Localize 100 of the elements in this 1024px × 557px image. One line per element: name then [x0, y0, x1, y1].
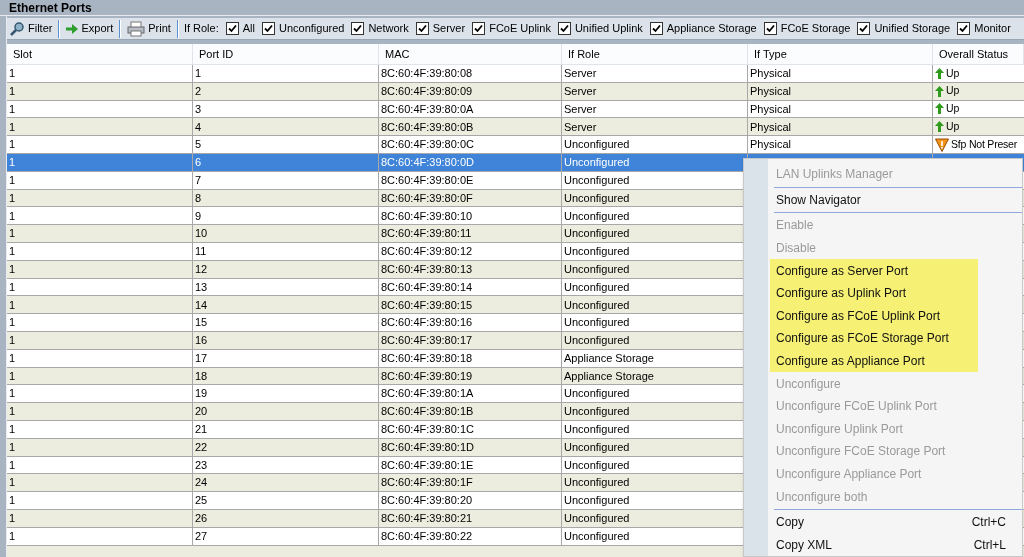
table-cell-text: 1: [9, 226, 16, 242]
table-cell-text: 4: [195, 119, 202, 135]
column-header[interactable]: MAC: [385, 45, 410, 63]
table-cell-text: 21: [195, 422, 208, 438]
checkmark-icon: [765, 24, 775, 33]
table-cell-text: 1: [9, 439, 16, 455]
magnifier-icon: [9, 21, 25, 36]
table-cell-text: Unconfigured: [564, 155, 630, 171]
table-cell-text: Unconfigured: [564, 279, 630, 295]
checkmark-icon: [651, 24, 661, 33]
menu-item[interactable]: Configure as Uplink Port: [770, 281, 978, 305]
role-checkbox[interactable]: Monitor: [957, 20, 1011, 37]
table-cell-text: 1: [9, 528, 16, 544]
table-cell-text: 14: [195, 297, 208, 313]
table-cell-text: 5: [195, 137, 202, 153]
table-cell-text: Unconfigured: [564, 457, 630, 473]
table-cell-text: 7: [195, 172, 202, 188]
table-cell-text: 8C:60:4F:39:80:1E: [381, 457, 474, 473]
table-cell-text: Unconfigured: [564, 208, 630, 224]
table-cell-text: Unconfigured: [564, 244, 630, 260]
table-cell-text: 8C:60:4F:39:80:0B: [381, 119, 474, 135]
table-cell-text: 9: [195, 208, 202, 224]
table-cell-text: 18: [195, 368, 208, 384]
table-cell-text: 8C:60:4F:39:80:20: [381, 493, 473, 509]
arrow-up-icon: [935, 67, 944, 79]
role-checkbox[interactable]: Unified Storage: [857, 20, 951, 37]
table-cell-text: 8C:60:4F:39:80:1F: [381, 475, 473, 491]
menu-item[interactable]: Configure as Server Port: [770, 259, 978, 282]
table-cell-text: 8C:60:4F:39:80:09: [381, 83, 473, 99]
role-checkbox[interactable]: Appliance Storage: [649, 20, 757, 37]
status-text: Up: [946, 83, 960, 99]
role-checkbox[interactable]: Unconfigured: [261, 20, 345, 37]
table-cell-text: 8C:60:4F:39:80:0A: [381, 101, 474, 117]
status-text: Up: [946, 118, 960, 134]
table-cell-text: 1: [9, 386, 16, 402]
print-button[interactable]: Print: [126, 18, 172, 39]
table-cell-text: 20: [195, 404, 208, 420]
table-cell-text: Unconfigured: [564, 386, 630, 402]
table-cell-text: Unconfigured: [564, 422, 630, 438]
role-checkbox[interactable]: All: [225, 20, 255, 37]
table-row[interactable]: 1 1 8C:60:4F:39:80:08 Server Physical Up: [7, 65, 1024, 83]
table-cell-text: Server: [564, 83, 597, 99]
table-cell-text: 12: [195, 261, 208, 277]
table-cell-text: 1: [9, 333, 16, 349]
table-cell-text: Unconfigured: [564, 528, 630, 544]
arrow-up-icon: [935, 121, 944, 133]
table-cell-text: 2: [195, 83, 202, 99]
checkmark-icon: [417, 24, 427, 33]
table-cell-text: Unconfigured: [564, 511, 630, 527]
column-header[interactable]: Slot: [13, 45, 32, 63]
table-cell-text: Unconfigured: [564, 404, 630, 420]
table-cell-text: 1: [9, 119, 16, 135]
filter-button[interactable]: Filter: [8, 18, 54, 39]
table-cell-text: 1: [9, 422, 16, 438]
table-row[interactable]: 1 4 8C:60:4F:39:80:0B Server Physical Up: [7, 118, 1024, 137]
column-header[interactable]: If Type: [754, 45, 787, 63]
table-cell-text: Appliance Storage: [564, 350, 654, 366]
table-cell-text: Server: [564, 119, 597, 135]
role-checkbox[interactable]: FCoE Storage: [763, 20, 851, 37]
menu-item[interactable]: Configure as Appliance Port: [770, 349, 978, 373]
checkmark-icon: [859, 24, 869, 33]
checkmark-icon: [353, 24, 363, 33]
table-cell-text: 13: [195, 279, 208, 295]
table-cell-text: Physical: [750, 119, 791, 135]
column-header[interactable]: Overall Status: [939, 45, 1009, 63]
table-cell-text: 1: [9, 208, 16, 224]
table-cell-text: 23: [195, 457, 208, 473]
table-cell-text: 22: [195, 439, 208, 455]
table-cell-text: 8C:60:4F:39:80:16: [381, 315, 473, 331]
role-checkbox[interactable]: Server: [415, 20, 466, 37]
table-cell-text: 19: [195, 386, 208, 402]
table-cell-text: 8C:60:4F:39:80:11: [381, 226, 472, 242]
column-header[interactable]: If Role: [568, 45, 600, 63]
table-cell-text: Unconfigured: [564, 475, 630, 491]
table-cell-text: 26: [195, 511, 208, 527]
table-cell-text: 17: [195, 350, 208, 366]
export-button[interactable]: Export: [65, 18, 115, 39]
column-header[interactable]: Port ID: [199, 45, 234, 63]
checkmark-icon: [263, 24, 273, 33]
table-cell-text: 8C:60:4F:39:80:22: [381, 528, 473, 544]
role-checkbox[interactable]: Network: [351, 20, 409, 37]
table-cell-text: 1: [9, 66, 16, 82]
arrow-icon: [66, 23, 79, 34]
table-cell-text: 1: [9, 511, 16, 527]
table-cell-text: Physical: [750, 66, 791, 82]
table-cell-text: 8C:60:4F:39:80:0D: [381, 155, 474, 171]
table-cell-text: 8C:60:4F:39:80:08: [381, 66, 473, 82]
printer-icon: [127, 20, 146, 37]
table-row[interactable]: 1 5 8C:60:4F:39:80:0C Unconfigured Physical Sfp Not Preser: [7, 136, 1024, 154]
menu-item[interactable]: Configure as FCoE Uplink Port: [770, 304, 978, 328]
table-cell-text: 15: [195, 315, 208, 331]
table-cell-text: 8C:60:4F:39:80:19: [381, 368, 473, 384]
table-cell-text: 6: [195, 155, 202, 171]
role-checkbox[interactable]: Unified Uplink: [557, 20, 643, 37]
menu-item[interactable]: Configure as FCoE Storage Port: [770, 327, 978, 350]
table-cell-text: 8: [195, 190, 202, 206]
role-checkbox[interactable]: FCoE Uplink: [472, 20, 551, 37]
table-cell-text: 16: [195, 333, 208, 349]
table-cell-text: 27: [195, 528, 208, 544]
table-cell-text: Unconfigured: [564, 493, 630, 509]
